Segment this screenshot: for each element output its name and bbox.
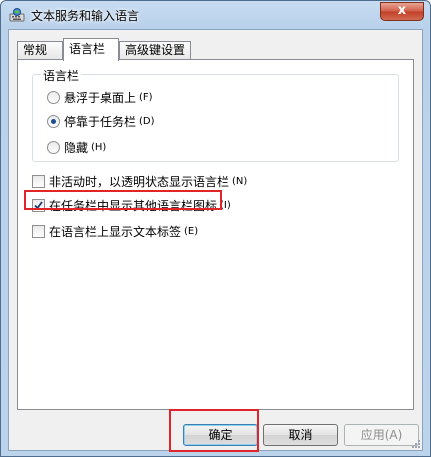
tab-language-bar[interactable]: 语言栏 (63, 38, 119, 61)
group-legend: 语言栏 (41, 67, 82, 84)
tab-advanced-key-settings[interactable]: 高级键设置 (119, 41, 191, 60)
radio-float-on-desktop[interactable]: 悬浮于桌面上 (F) (47, 89, 153, 106)
language-bar-groupbox: 语言栏 悬浮于桌面上 (F) 停靠于任务栏 (D) 隐藏 (H) (32, 67, 399, 162)
checkbox-show-text-labels[interactable]: 在语言栏上显示文本标签 (E) (32, 223, 198, 240)
tab-general[interactable]: 常规 (17, 41, 63, 60)
radio-indicator[interactable] (47, 115, 60, 128)
radio-hidden[interactable]: 隐藏 (H) (47, 139, 106, 156)
checkbox-show-extra-icons-in-taskbar[interactable]: 在任务栏中显示其他语言栏图标 (I) (32, 197, 231, 214)
resize-grip-icon[interactable] (411, 439, 421, 449)
cancel-button[interactable]: 取消 (263, 424, 338, 446)
ok-button[interactable]: 确定 (183, 424, 258, 446)
checkbox-indicator[interactable] (32, 225, 45, 238)
keyboard-globe-icon (9, 8, 25, 22)
radio-hotkey: (H) (91, 142, 107, 153)
dialog-client-area: 常规 语言栏 高级键设置 语言栏 悬浮于桌面上 (F) 停靠于任务栏 (D) 隐… (8, 29, 423, 451)
radio-indicator[interactable] (47, 141, 60, 154)
tab-label: 常规 (23, 43, 48, 57)
checkbox-indicator[interactable] (32, 199, 45, 212)
radio-label: 悬浮于桌面上 (64, 91, 137, 105)
close-button[interactable]: x (380, 2, 424, 21)
checkbox-label: 在语言栏上显示文本标签 (49, 225, 182, 239)
tab-label: 语言栏 (69, 42, 106, 56)
dialog-window: 文本服务和输入语言 x 常规 语言栏 高级键设置 语言栏 悬浮于桌面上 (F) (0, 0, 431, 457)
apply-button[interactable]: 应用(A) (344, 424, 419, 446)
title-bar[interactable]: 文本服务和输入语言 x (1, 1, 430, 29)
checkbox-label: 非活动时，以透明状态显示语言栏 (49, 175, 230, 189)
radio-label: 隐藏 (64, 141, 89, 155)
checkmark-icon (34, 201, 43, 210)
checkbox-hotkey: (I) (220, 200, 231, 211)
close-icon: x (397, 3, 407, 18)
language-bar-panel: 语言栏 悬浮于桌面上 (F) 停靠于任务栏 (D) 隐藏 (H) 非活动时，以透… (17, 59, 414, 410)
window-title: 文本服务和输入语言 (31, 9, 140, 23)
radio-indicator[interactable] (47, 91, 60, 104)
checkbox-transparent-when-inactive[interactable]: 非活动时，以透明状态显示语言栏 (N) (32, 173, 247, 190)
radio-hotkey: (F) (139, 92, 153, 103)
radio-hotkey: (D) (139, 116, 155, 127)
checkbox-hotkey: (E) (184, 226, 199, 237)
tab-label: 高级键设置 (125, 43, 186, 57)
checkbox-label: 在任务栏中显示其他语言栏图标 (49, 199, 218, 213)
radio-label: 停靠于任务栏 (64, 115, 137, 129)
checkbox-hotkey: (N) (232, 176, 248, 187)
checkbox-indicator[interactable] (32, 175, 45, 188)
radio-dock-in-taskbar[interactable]: 停靠于任务栏 (D) (47, 113, 155, 130)
